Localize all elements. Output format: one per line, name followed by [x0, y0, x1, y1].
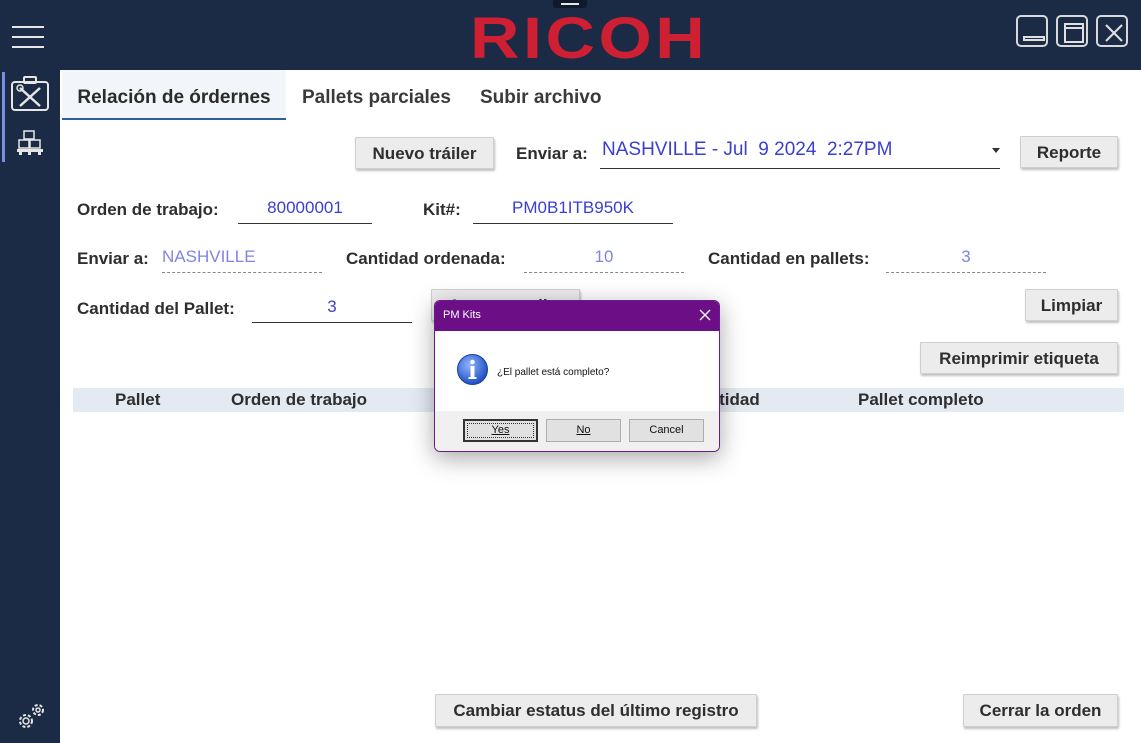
ricoh-logo: RICOH [470, 6, 709, 71]
reprint-label-button[interactable]: Reimprimir etiqueta [920, 342, 1118, 374]
toolbox-icon[interactable] [10, 76, 50, 117]
tab-relacion-ordenes[interactable]: Relación de órdernes [62, 70, 286, 120]
send-to-trailer-label: Enviar a: [516, 144, 588, 163]
sidebar-active-indicator [2, 72, 5, 162]
kit-label: Kit#: [423, 200, 461, 219]
column-header-pallet-complete[interactable]: Pallet completo [858, 390, 984, 410]
close-order-button[interactable]: Cerrar la orden [963, 694, 1118, 727]
qty-in-pallets-field: 3 [886, 247, 1046, 273]
send-to-trailer-value: NASHVILLE - Jul 9 2024 2:27PM [602, 139, 893, 160]
dialog-title: PM Kits [443, 309, 481, 321]
new-trailer-button[interactable]: Nuevo tráiler [355, 137, 494, 169]
dialog-body: ¿El pallet está completo? [435, 331, 719, 411]
dialog-yes-button[interactable]: Yes [463, 419, 538, 442]
qty-ordered-label: Cantidad ordenada: [346, 249, 506, 268]
pallet-qty-label: Cantidad del Pallet: [77, 299, 235, 318]
info-icon [456, 353, 489, 391]
work-order-field[interactable]: 80000001 [238, 198, 372, 224]
app-window: RICOH Relación de órdernes Pallets parci… [0, 0, 1141, 743]
close-button[interactable] [1096, 15, 1128, 47]
pallet-boxes-icon[interactable] [16, 128, 44, 161]
sidebar [0, 70, 60, 743]
chevron-down-icon [992, 148, 1000, 153]
hamburger-menu-icon[interactable] [12, 26, 44, 48]
dialog-title-bar[interactable]: PM Kits [435, 301, 719, 331]
column-header-pallet[interactable]: Pallet [115, 390, 160, 410]
report-button[interactable]: Reporte [1020, 136, 1118, 168]
pallet-qty-field[interactable]: 3 [252, 297, 412, 323]
confirm-dialog: PM Kits ¿El pallet está completo? Yes No… [434, 300, 720, 452]
qty-ordered-field: 10 [524, 247, 684, 273]
settings-gear-icon[interactable] [14, 701, 48, 738]
kit-field[interactable]: PM0B1ITB950K [473, 198, 673, 224]
work-order-label: Orden de trabajo: [77, 200, 219, 219]
minimize-button[interactable] [1016, 15, 1048, 47]
send-to-label: Enviar a: [77, 249, 149, 268]
tab-subir-archivo[interactable]: Subir archivo [480, 70, 610, 120]
dialog-footer: Yes No Cancel [435, 411, 719, 451]
qty-in-pallets-label: Cantidad en pallets: [708, 249, 870, 268]
maximize-button[interactable] [1056, 15, 1088, 47]
send-to-field: NASHVILLE [162, 247, 322, 273]
dialog-cancel-label: Cancel [649, 424, 684, 436]
dialog-cancel-button[interactable]: Cancel [629, 419, 704, 442]
clear-button[interactable]: Limpiar [1025, 289, 1118, 321]
change-last-record-status-button[interactable]: Cambiar estatus del último registro [435, 694, 757, 727]
dialog-message: ¿El pallet está completo? [497, 367, 610, 378]
dialog-no-label: No [576, 424, 591, 436]
dialog-close-icon[interactable] [697, 307, 713, 323]
tab-pallets-parciales[interactable]: Pallets parciales [302, 70, 452, 120]
dialog-no-button[interactable]: No [546, 419, 621, 442]
send-to-trailer-dropdown[interactable]: NASHVILLE - Jul 9 2024 2:27PM [600, 136, 1000, 169]
column-header-work-order[interactable]: Orden de trabajo [231, 390, 367, 410]
